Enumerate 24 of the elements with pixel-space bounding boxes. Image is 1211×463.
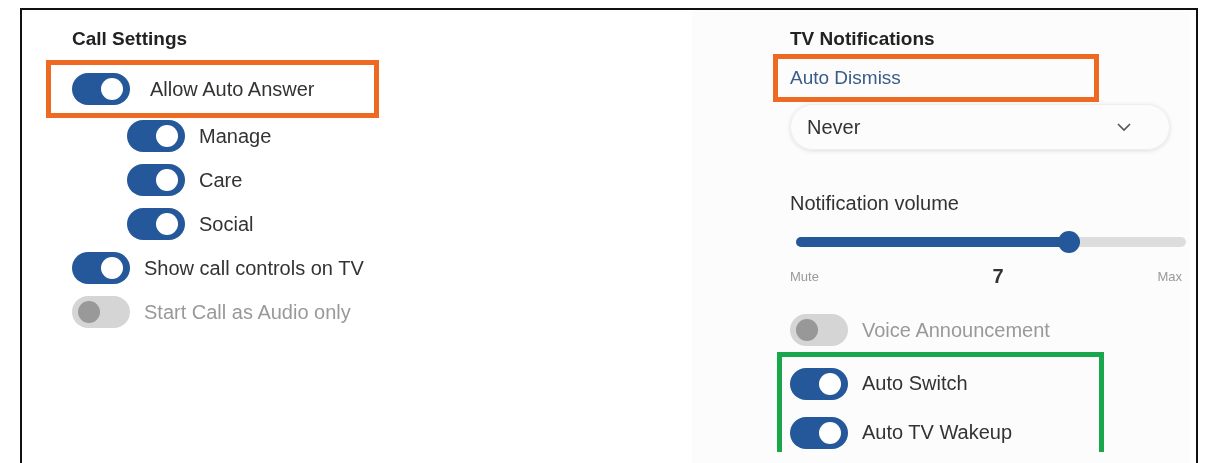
field-label: Auto Dismiss — [790, 67, 901, 89]
toggle-label: Social — [199, 212, 254, 236]
toggle-switch[interactable] — [127, 164, 185, 196]
toggle-switch[interactable] — [72, 73, 130, 105]
toggle-label: Auto TV Wakeup — [862, 421, 1013, 444]
slider-max-label: Max — [1157, 269, 1182, 284]
slider-label: Notification volume — [790, 192, 960, 215]
toggle-label: Allow Auto Answer — [150, 77, 315, 101]
chevron-down-icon — [1117, 122, 1131, 132]
toggle-label: Show call controls on TV — [144, 256, 364, 280]
toggle-switch[interactable] — [790, 416, 848, 449]
section-title: Call Settings — [72, 28, 189, 50]
toggle-switch[interactable] — [127, 120, 185, 152]
slider-value: 7 — [992, 265, 1004, 288]
toggle-label: Auto Switch — [862, 372, 968, 395]
toggle-switch[interactable] — [790, 367, 848, 400]
toggle-label: Care — [199, 168, 243, 192]
toggle-label: Manage — [199, 124, 272, 148]
toggle-switch[interactable] — [72, 252, 130, 284]
toggle-label: Start Call as Audio only — [144, 300, 351, 324]
section-title: TV Notifications — [790, 28, 936, 50]
toggle-label: Voice Announcement — [862, 318, 1050, 342]
toggle-switch[interactable] — [127, 208, 185, 240]
slider-min-label: Mute — [790, 269, 819, 284]
